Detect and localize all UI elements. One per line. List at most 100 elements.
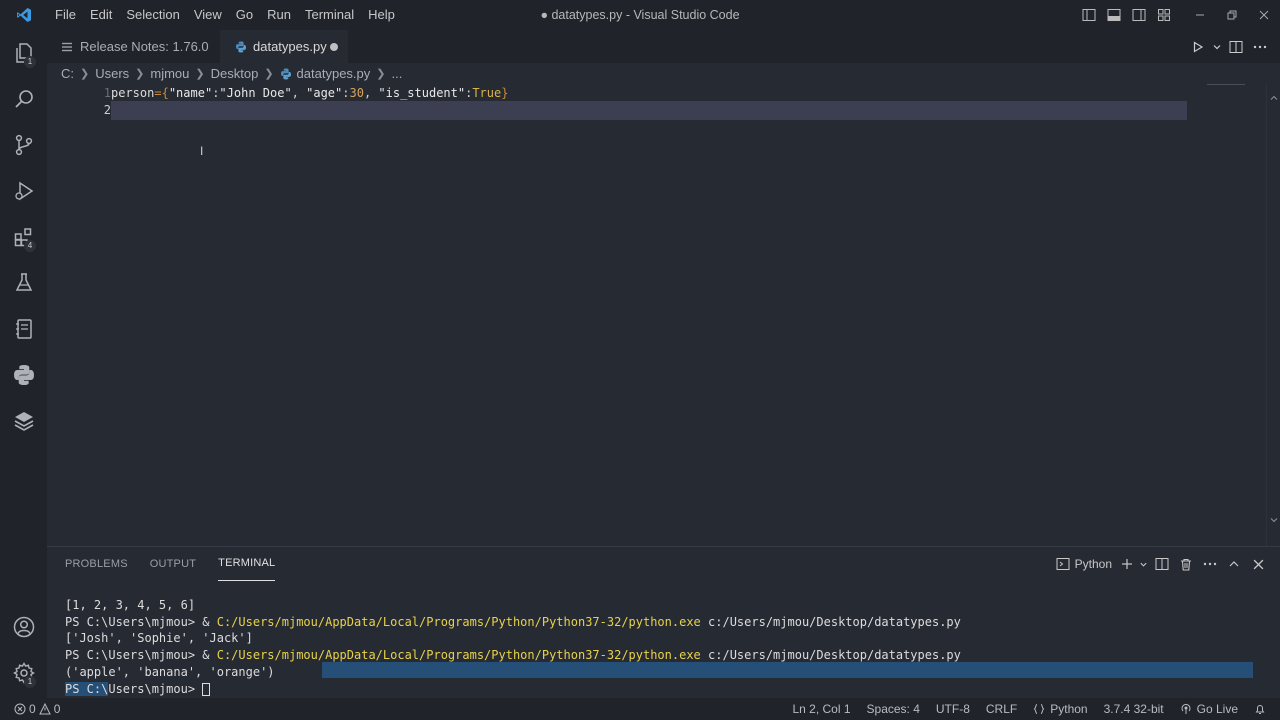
- editor-tabs: Release Notes: 1.76.0 datatypes.py: [47, 30, 1280, 63]
- terminal-prompt: Users\mjmou>: [108, 681, 203, 696]
- breadcrumb-item[interactable]: Users: [95, 66, 129, 81]
- warning-count: 0: [53, 702, 61, 716]
- vertical-scrollbar[interactable]: [1266, 84, 1280, 546]
- source-control-icon[interactable]: [0, 122, 47, 168]
- run-debug-icon[interactable]: [0, 168, 47, 214]
- account-icon[interactable]: [0, 604, 47, 650]
- terminal-dropdown-chevron-icon[interactable]: [1136, 547, 1150, 581]
- code-token: ,: [363, 86, 379, 100]
- terminal-script-path: c:/Users/mjmou/Desktop/datatypes.py: [700, 614, 961, 629]
- line-number: 2: [103, 103, 111, 117]
- menu-edit[interactable]: Edit: [83, 0, 119, 30]
- python-icon[interactable]: [0, 352, 47, 398]
- extensions-icon[interactable]: 4: [0, 214, 47, 260]
- search-icon[interactable]: [0, 76, 47, 122]
- toggle-primary-sidebar-icon[interactable]: [1076, 0, 1101, 30]
- menu-terminal[interactable]: Terminal: [298, 0, 361, 30]
- toggle-panel-icon[interactable]: [1101, 0, 1126, 30]
- run-dropdown-chevron-icon[interactable]: [1210, 30, 1224, 63]
- breadcrumb-item[interactable]: Desktop: [211, 66, 259, 81]
- minimize-icon[interactable]: [1184, 0, 1216, 30]
- notifications-bell-icon[interactable]: [1254, 703, 1266, 715]
- notebook-icon[interactable]: [0, 306, 47, 352]
- end-of-line[interactable]: CRLF: [986, 702, 1017, 716]
- language-mode[interactable]: Python: [1033, 702, 1088, 716]
- code-token: }: [501, 86, 509, 100]
- minimap[interactable]: [1207, 84, 1245, 85]
- menu-go[interactable]: Go: [229, 0, 260, 30]
- code-token: 30: [349, 86, 364, 100]
- problems-indicator[interactable]: 0 0: [14, 702, 60, 716]
- tab-problems[interactable]: PROBLEMS: [65, 547, 128, 581]
- vscode-logo-icon[interactable]: [0, 0, 48, 30]
- go-live-label: Go Live: [1196, 702, 1238, 716]
- split-editor-icon[interactable]: [1224, 30, 1248, 63]
- testing-icon[interactable]: [0, 260, 47, 306]
- close-window-icon[interactable]: [1248, 0, 1280, 30]
- braces-icon: [1033, 704, 1045, 714]
- manage-gear-icon[interactable]: 1: [0, 650, 47, 696]
- restore-icon[interactable]: [1216, 0, 1248, 30]
- kill-terminal-trash-icon[interactable]: [1174, 547, 1198, 581]
- error-count: 0: [29, 702, 36, 716]
- layers-icon[interactable]: [0, 398, 47, 444]
- explorer-icon[interactable]: 1: [0, 30, 47, 76]
- title-bar: File Edit Selection View Go Run Terminal…: [0, 0, 1280, 30]
- breadcrumb-item[interactable]: datatypes.py: [297, 66, 371, 81]
- terminal-amp: &: [202, 648, 217, 663]
- menu-run[interactable]: Run: [260, 0, 298, 30]
- terminal-shell-selector[interactable]: Python: [1056, 557, 1112, 571]
- breadcrumb: C: ❯ Users ❯ mjmou ❯ Desktop ❯ datatypes…: [47, 63, 1280, 84]
- tab-datatypes-py[interactable]: datatypes.py: [220, 30, 348, 63]
- scroll-up-arrow-icon[interactable]: [1268, 92, 1280, 104]
- tab-terminal[interactable]: TERMINAL: [218, 547, 276, 581]
- split-terminal-icon[interactable]: [1150, 547, 1174, 581]
- mouse-text-cursor-icon: I: [200, 144, 204, 158]
- scroll-down-arrow-icon[interactable]: [1268, 514, 1280, 526]
- customize-layout-icon[interactable]: [1151, 0, 1176, 30]
- tab-release-notes[interactable]: Release Notes: 1.76.0: [47, 30, 220, 63]
- cursor-position[interactable]: Ln 2, Col 1: [792, 702, 850, 716]
- new-terminal-icon[interactable]: [1118, 547, 1136, 581]
- menu-view[interactable]: View: [187, 0, 229, 30]
- code-token: =: [154, 86, 162, 100]
- more-actions-icon[interactable]: [1248, 30, 1272, 63]
- panel-more-actions-icon[interactable]: [1198, 547, 1222, 581]
- terminal-prompt-selected: PS C:\: [65, 681, 109, 696]
- terminal-script-path: c:/Users/mjmou/Desktop/datatypes.py: [700, 648, 961, 663]
- chevron-right-icon: ❯: [135, 68, 145, 80]
- toggle-secondary-sidebar-icon[interactable]: [1126, 0, 1151, 30]
- code-line[interactable]: person={"name":"John Doe", "age":30, "is…: [111, 84, 508, 102]
- status-left: 0 0: [14, 698, 60, 720]
- breadcrumb-item[interactable]: mjmou: [150, 66, 189, 81]
- encoding[interactable]: UTF-8: [936, 702, 970, 716]
- breadcrumb-item[interactable]: ...: [391, 66, 402, 81]
- unsaved-dot-icon[interactable]: [330, 43, 338, 51]
- menu-selection[interactable]: Selection: [119, 0, 186, 30]
- tab-output[interactable]: OUTPUT: [150, 547, 196, 581]
- run-python-file-icon[interactable]: [1186, 30, 1210, 63]
- title-controls: [1076, 0, 1280, 30]
- broadcast-icon: [1181, 703, 1191, 714]
- menu-file[interactable]: File: [48, 0, 83, 30]
- release-notes-icon: [61, 41, 73, 53]
- maximize-panel-chevron-up-icon[interactable]: [1222, 547, 1246, 581]
- go-live-button[interactable]: Go Live: [1180, 702, 1238, 716]
- close-panel-icon[interactable]: [1246, 547, 1270, 581]
- menu-help[interactable]: Help: [361, 0, 402, 30]
- code-token: person: [111, 86, 155, 100]
- terminal-shell-label: Python: [1074, 557, 1112, 571]
- indentation[interactable]: Spaces: 4: [867, 702, 920, 716]
- line-number: 1: [103, 86, 111, 100]
- code-editor[interactable]: 1 2 person={"name":"John Doe", "age":30,…: [47, 84, 1280, 546]
- terminal-amp: &: [202, 614, 217, 629]
- language-label: Python: [1050, 702, 1088, 716]
- terminal-output[interactable]: [1, 2, 3, 4, 5, 6] PS C:\Users\mjmou> & …: [65, 597, 961, 697]
- bottom-panel: PROBLEMS OUTPUT TERMINAL Python [1, 2, 3…: [47, 546, 1280, 698]
- python-interpreter[interactable]: 3.7.4 32-bit: [1104, 702, 1164, 716]
- code-token: "is_student": [378, 86, 466, 100]
- manage-badge: 1: [24, 676, 36, 688]
- breadcrumb-item[interactable]: C:: [61, 66, 74, 81]
- code-token: {: [161, 86, 169, 100]
- terminal-python-path: C:/Users/mjmou/AppData/Local/Programs/Py…: [216, 648, 701, 663]
